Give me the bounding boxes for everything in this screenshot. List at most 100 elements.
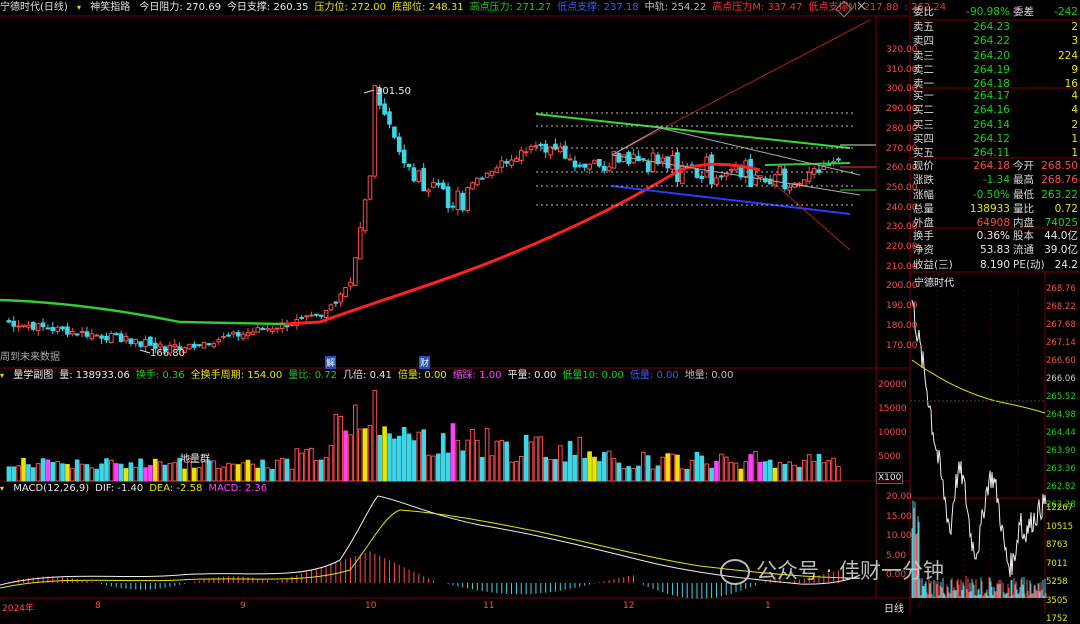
volume-bar	[694, 451, 700, 482]
indicator-name[interactable]: 神笑指路	[90, 2, 130, 13]
bid-row[interactable]: 买五 264.11 1	[910, 147, 1080, 160]
candle-body	[719, 175, 724, 178]
candle-body	[11, 320, 17, 327]
ask-row[interactable]: 卖五 264.23 2	[910, 21, 1080, 34]
candle-body	[387, 111, 392, 125]
ask-row[interactable]: 卖四 264.22 3	[910, 35, 1080, 48]
ask-row[interactable]: 卖三 264.20 224	[910, 50, 1080, 63]
resistance-trendline	[535, 113, 851, 149]
volume-bar	[396, 435, 402, 482]
bid-row[interactable]: 买二 264.16 4	[910, 104, 1080, 117]
volume-bar	[89, 467, 95, 482]
volume-bar	[35, 463, 41, 482]
candle-body	[157, 343, 163, 348]
volume-bar	[421, 429, 426, 482]
intraday-price-tick: 266.60	[1046, 356, 1076, 366]
candle-body	[323, 310, 329, 319]
volume-bar	[577, 436, 583, 482]
volume-bar	[50, 461, 56, 482]
volume-bar	[45, 459, 51, 482]
volume-y-tick: 20000	[878, 380, 907, 390]
volume-bar	[250, 463, 256, 482]
candle-body	[216, 339, 222, 343]
candle-body	[460, 192, 466, 211]
candle-body	[250, 331, 256, 335]
bid-row[interactable]: 买四 264.12 1	[910, 133, 1080, 146]
candle-body	[35, 323, 41, 331]
dropdown-icon[interactable]: ▾	[0, 484, 4, 493]
dropdown-icon[interactable]: ▾	[0, 371, 4, 380]
header-value-0: 今日阻力: 270.69	[139, 2, 221, 13]
candle-body	[572, 160, 578, 168]
ask-row[interactable]: 卖二 264.19 9	[910, 64, 1080, 77]
candle-body	[333, 301, 339, 304]
close-icon[interactable]: ×	[856, 0, 867, 14]
candle-body	[45, 327, 51, 330]
dropdown-icon[interactable]: ▾	[77, 3, 81, 12]
volume-bar	[665, 453, 670, 482]
candle-body	[382, 103, 387, 115]
candle-body	[811, 168, 817, 175]
volume-bar	[728, 462, 734, 482]
volume-bar	[499, 439, 505, 482]
support-trendline	[611, 185, 851, 215]
main-y-tick: 200.00	[886, 281, 918, 292]
volume-bar	[270, 468, 275, 482]
candle-body	[445, 186, 451, 209]
candle-body	[192, 343, 197, 348]
candle-body	[30, 322, 36, 330]
candle-body	[89, 333, 95, 340]
header-value-6: 中轨: 254.22	[644, 2, 707, 13]
volume-bar	[772, 467, 778, 482]
volume-header-item-4: 量比: 0.72	[288, 370, 338, 381]
candle-body	[582, 163, 588, 168]
intraday-vol-tick: 7011	[1046, 558, 1068, 569]
volume-bar	[597, 461, 602, 482]
volume-header-item-11: 地量: 0.00	[684, 370, 734, 381]
candle-body	[694, 168, 700, 178]
volume-bar	[762, 461, 768, 482]
period-daily-tab[interactable]: 日线	[884, 600, 904, 615]
volume-header-item-9: 低量10: 0.00	[562, 370, 624, 381]
candle-body	[567, 158, 573, 161]
candle-body	[636, 155, 641, 162]
header-value-8: 低点支撑M: 217.88	[808, 2, 899, 13]
volume-header-item-5: 几倍: 0.41	[343, 370, 392, 381]
volume-bar	[450, 423, 456, 482]
volume-bar	[767, 459, 773, 482]
candle-body	[109, 333, 114, 344]
volume-bar	[748, 454, 753, 482]
intraday-price-tick: 268.76	[1046, 284, 1076, 294]
candle-body	[455, 190, 461, 211]
volume-bar	[528, 441, 534, 482]
candle-body	[65, 326, 70, 335]
candle-body	[16, 325, 21, 328]
candle-body	[440, 182, 446, 190]
volume-bar	[460, 450, 466, 482]
macd-header-item-2: DEA: -2.58	[149, 483, 203, 494]
candle-body	[299, 316, 304, 319]
header-values: 今日阻力: 270.69 今日支撑: 260.35 压力位: 272.00 底部位: …	[139, 2, 952, 13]
candle-body	[40, 322, 46, 328]
volume-bar	[821, 462, 827, 482]
volume-bar	[157, 461, 163, 482]
volume-bar	[255, 467, 261, 482]
candle-body	[470, 182, 475, 190]
volume-bar	[11, 466, 17, 482]
header-value-7: 高点压力M: 337.47	[712, 2, 803, 13]
intraday-price-tick: 266.06	[1046, 374, 1076, 384]
candle-body	[675, 152, 680, 182]
candle-body	[104, 335, 109, 341]
candle-body	[99, 335, 104, 339]
volume-bar	[636, 465, 641, 482]
watermark: 公众号 · 佳财一分钟	[720, 555, 944, 585]
bid-row[interactable]: 买三 264.14 2	[910, 119, 1080, 132]
high-price-label: 301.50	[376, 86, 411, 97]
header-value-5: 低点支撑: 237.18	[557, 2, 639, 13]
volume-bar	[245, 459, 251, 482]
volume-bar	[382, 426, 387, 482]
bid-row[interactable]: 买一 264.17 4	[910, 90, 1080, 103]
volume-bar	[118, 463, 124, 482]
volume-bar	[328, 444, 334, 482]
candle-body	[797, 182, 802, 185]
